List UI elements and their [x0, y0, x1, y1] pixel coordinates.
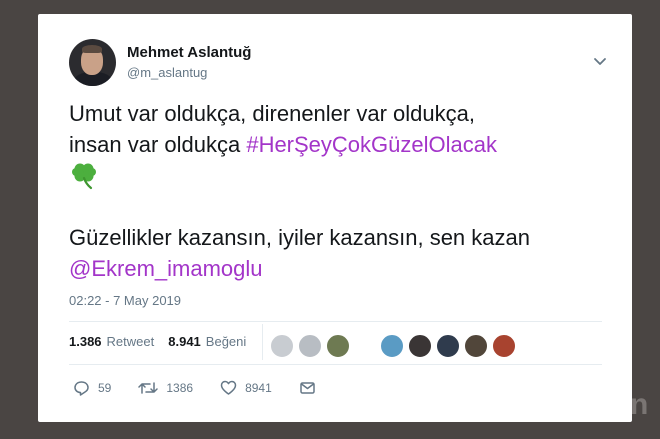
avatar-hair: [82, 45, 102, 53]
tweet-line-2: insan var oldukça #HerŞeyÇokGüzelOlacak: [69, 129, 614, 160]
tweet-line-2-text: insan var oldukça: [69, 132, 247, 157]
tweet-actions: 59 1386 8941: [73, 380, 351, 396]
mention-link[interactable]: @Ekrem_imamoglu: [69, 256, 263, 281]
divider-bottom: [69, 364, 602, 365]
user-avatar[interactable]: [380, 334, 404, 358]
user-avatar[interactable]: [436, 334, 460, 358]
tweet-text: Umut var oldukça, direnenler var oldukça…: [69, 98, 614, 284]
reply-icon: [74, 381, 89, 396]
engagement-stats: 1.386 Retweet 8.941 Beğeni: [69, 334, 260, 349]
reply-count: 59: [98, 381, 112, 395]
tweet-card: Mehmet Aslantuğ @m_aslantug Umut var old…: [38, 14, 632, 422]
like-button[interactable]: 8941: [220, 380, 272, 396]
retweet-stat[interactable]: 1.386 Retweet: [69, 334, 154, 349]
hashtag-link[interactable]: #HerŞeyÇokGüzelOlacak: [246, 132, 497, 157]
retweeter-avatars: [270, 334, 354, 358]
divider-top: [69, 321, 602, 322]
user-avatar[interactable]: [408, 334, 432, 358]
like-count: 8.941: [168, 334, 201, 349]
like-label: Beğeni: [205, 334, 247, 349]
heart-icon: [220, 380, 237, 395]
user-avatar[interactable]: [492, 334, 516, 358]
user-avatar[interactable]: [326, 334, 350, 358]
author-avatar[interactable]: [69, 39, 116, 86]
stats-separator: [262, 324, 263, 360]
user-avatar[interactable]: [464, 334, 488, 358]
message-icon: [300, 382, 315, 394]
chevron-down-icon[interactable]: [593, 56, 607, 68]
tweet-line-3: Güzellikler kazansın, iyiler kazansın, s…: [69, 225, 530, 250]
retweet-action-count: 1386: [166, 381, 194, 395]
liker-avatars: [380, 334, 520, 358]
retweet-label: Retweet: [106, 334, 155, 349]
watermark-logo: n: [630, 388, 649, 421]
tweet-line-4: @Ekrem_imamoglu: [69, 253, 614, 284]
reply-button[interactable]: 59: [73, 380, 111, 396]
retweet-count: 1.386: [69, 334, 102, 349]
user-avatar[interactable]: [298, 334, 322, 358]
four-leaf-clover-icon: [72, 163, 96, 190]
retweet-icon: [138, 382, 159, 394]
like-stat[interactable]: 8.941 Beğeni: [168, 334, 246, 349]
tweet-line-1: Umut var oldukça, direnenler var oldukça…: [69, 101, 475, 126]
tweet-timestamp[interactable]: 02:22 - 7 May 2019: [69, 293, 181, 308]
user-avatar[interactable]: [270, 334, 294, 358]
author-handle[interactable]: @m_aslantug: [127, 65, 207, 80]
like-action-count: 8941: [245, 381, 272, 395]
direct-message-button[interactable]: [299, 380, 324, 396]
retweet-button[interactable]: 1386: [138, 380, 193, 396]
author-name[interactable]: Mehmet Aslantuğ: [127, 44, 251, 61]
